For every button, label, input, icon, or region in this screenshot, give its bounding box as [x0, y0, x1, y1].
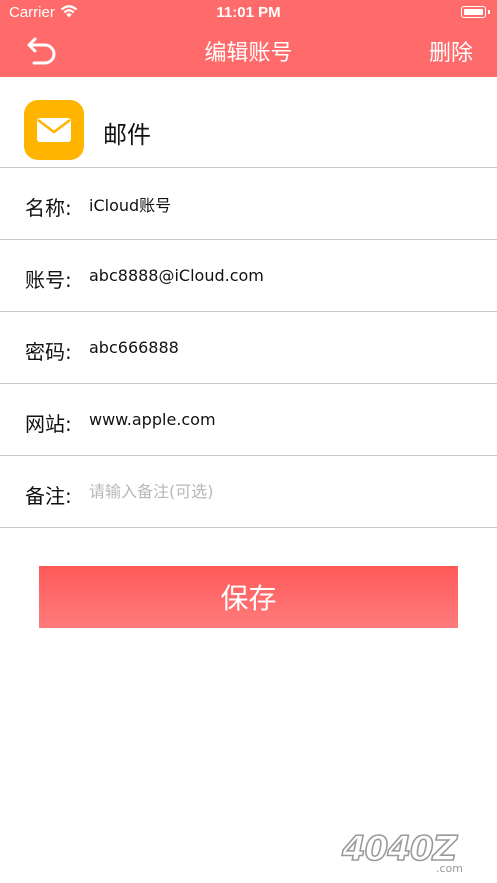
field-row-account: 账号:: [0, 240, 497, 312]
field-label: 网站:: [25, 412, 72, 436]
page-title: 编辑账号: [204, 41, 293, 66]
field-label: 账号:: [25, 268, 72, 292]
field-label: 密码:: [25, 340, 72, 364]
field-row-website: 网站:: [0, 384, 497, 456]
mail-icon: [24, 100, 84, 160]
navigation-bar: Carrier 11:01 PM 编辑账号 删除: [0, 0, 497, 77]
name-input[interactable]: [89, 194, 469, 213]
save-button[interactable]: 保存: [39, 566, 458, 628]
svg-text:.com: .com: [436, 862, 463, 875]
battery-icon: [461, 6, 490, 18]
website-input[interactable]: [89, 410, 469, 429]
note-input[interactable]: [89, 482, 469, 501]
field-row-name: 名称:: [0, 168, 497, 240]
delete-button[interactable]: 删除: [429, 35, 473, 67]
app-header-row: 邮件: [0, 77, 497, 168]
password-input[interactable]: [89, 338, 469, 357]
field-label: 备注:: [25, 484, 72, 508]
watermark-logo: 4040Z .com: [340, 828, 463, 875]
field-row-note: 备注:: [0, 456, 497, 528]
account-input[interactable]: [89, 266, 469, 285]
field-row-password: 密码:: [0, 312, 497, 384]
app-name: 邮件: [103, 121, 151, 149]
field-label: 名称:: [25, 196, 72, 220]
status-bar: Carrier 11:01 PM: [0, 0, 497, 26]
clock-label: 11:01 PM: [216, 4, 281, 21]
